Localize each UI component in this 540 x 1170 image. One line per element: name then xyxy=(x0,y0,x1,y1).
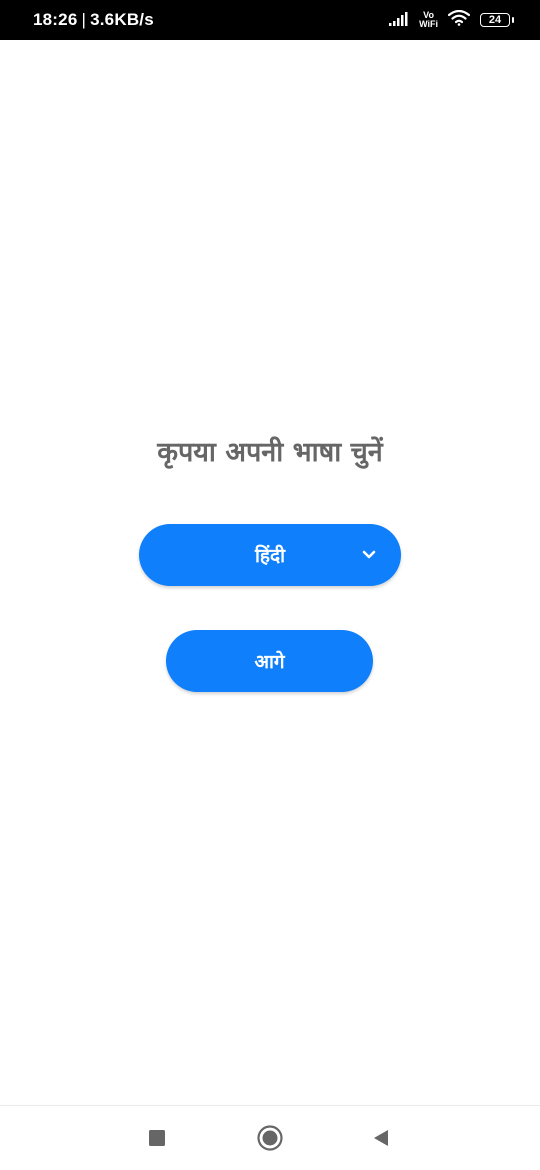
battery-icon: 24 xyxy=(480,13,514,27)
network-speed: 3.6KB/s xyxy=(90,10,154,29)
wifi-icon xyxy=(447,9,471,30)
battery-level: 24 xyxy=(488,14,502,26)
language-selector[interactable]: हिंदी xyxy=(139,524,401,586)
status-separator: | xyxy=(81,10,87,29)
navigation-bar xyxy=(0,1105,540,1170)
language-select-screen: 18:26 | 3.6KB/s Vo WiFi 24 कृपया अपनी भा… xyxy=(0,0,540,1170)
status-time: 18:26 xyxy=(33,10,78,29)
status-right: Vo WiFi 24 xyxy=(389,0,514,40)
chevron-down-icon xyxy=(361,546,377,562)
signal-icon xyxy=(389,11,409,30)
back-triangle-icon[interactable] xyxy=(367,1124,395,1152)
next-button[interactable]: आगे xyxy=(166,630,373,692)
next-button-label: आगे xyxy=(254,651,285,673)
vowifi-icon: Vo WiFi xyxy=(419,11,438,29)
home-circle-icon[interactable] xyxy=(256,1124,284,1152)
status-bar: 18:26 | 3.6KB/s Vo WiFi 24 xyxy=(0,0,540,40)
selected-language: हिंदी xyxy=(254,545,286,567)
status-left: 18:26 | 3.6KB/s xyxy=(33,0,154,40)
recents-square-icon[interactable] xyxy=(143,1124,171,1152)
vowifi-bottom-text: WiFi xyxy=(419,19,438,29)
choose-language-prompt: कृपया अपनी भाषा चुनें xyxy=(157,437,383,468)
